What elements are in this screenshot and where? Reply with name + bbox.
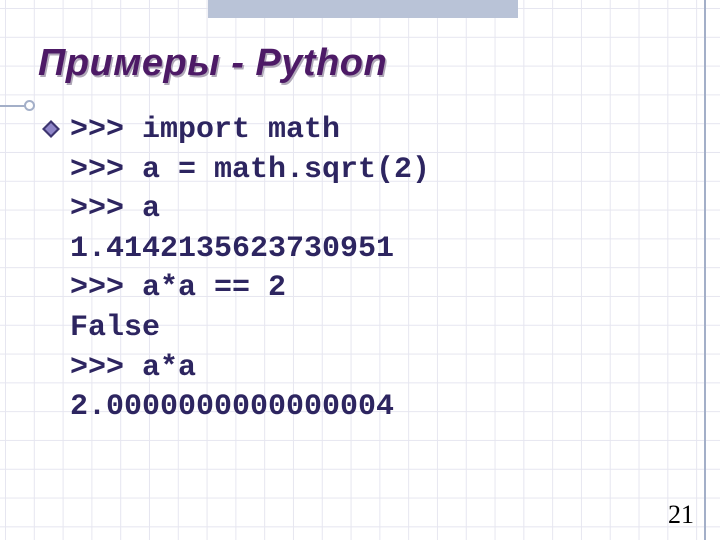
page-number: 21 <box>668 500 694 530</box>
slide-title: Примеры - Python Примеры - Python <box>38 42 387 85</box>
code-line: False <box>70 311 160 345</box>
code-block: >>> import math >>> a = math.sqrt(2) >>>… <box>70 111 430 428</box>
code-line: >>> a <box>70 192 160 226</box>
code-line: >>> a = math.sqrt(2) <box>70 153 430 187</box>
code-line: >>> a*a == 2 <box>70 271 286 305</box>
diamond-bullet-icon <box>42 120 60 138</box>
code-line: >>> import math <box>70 113 340 147</box>
code-line: 2.0000000000000004 <box>70 390 394 424</box>
title-connector-circle-icon <box>24 100 35 111</box>
code-line: 1.4142135623730951 <box>70 232 394 266</box>
title-text: Примеры - Python <box>38 42 387 85</box>
right-margin-line <box>704 0 706 540</box>
top-band-decoration <box>208 0 518 18</box>
code-line: >>> a*a <box>70 351 196 385</box>
